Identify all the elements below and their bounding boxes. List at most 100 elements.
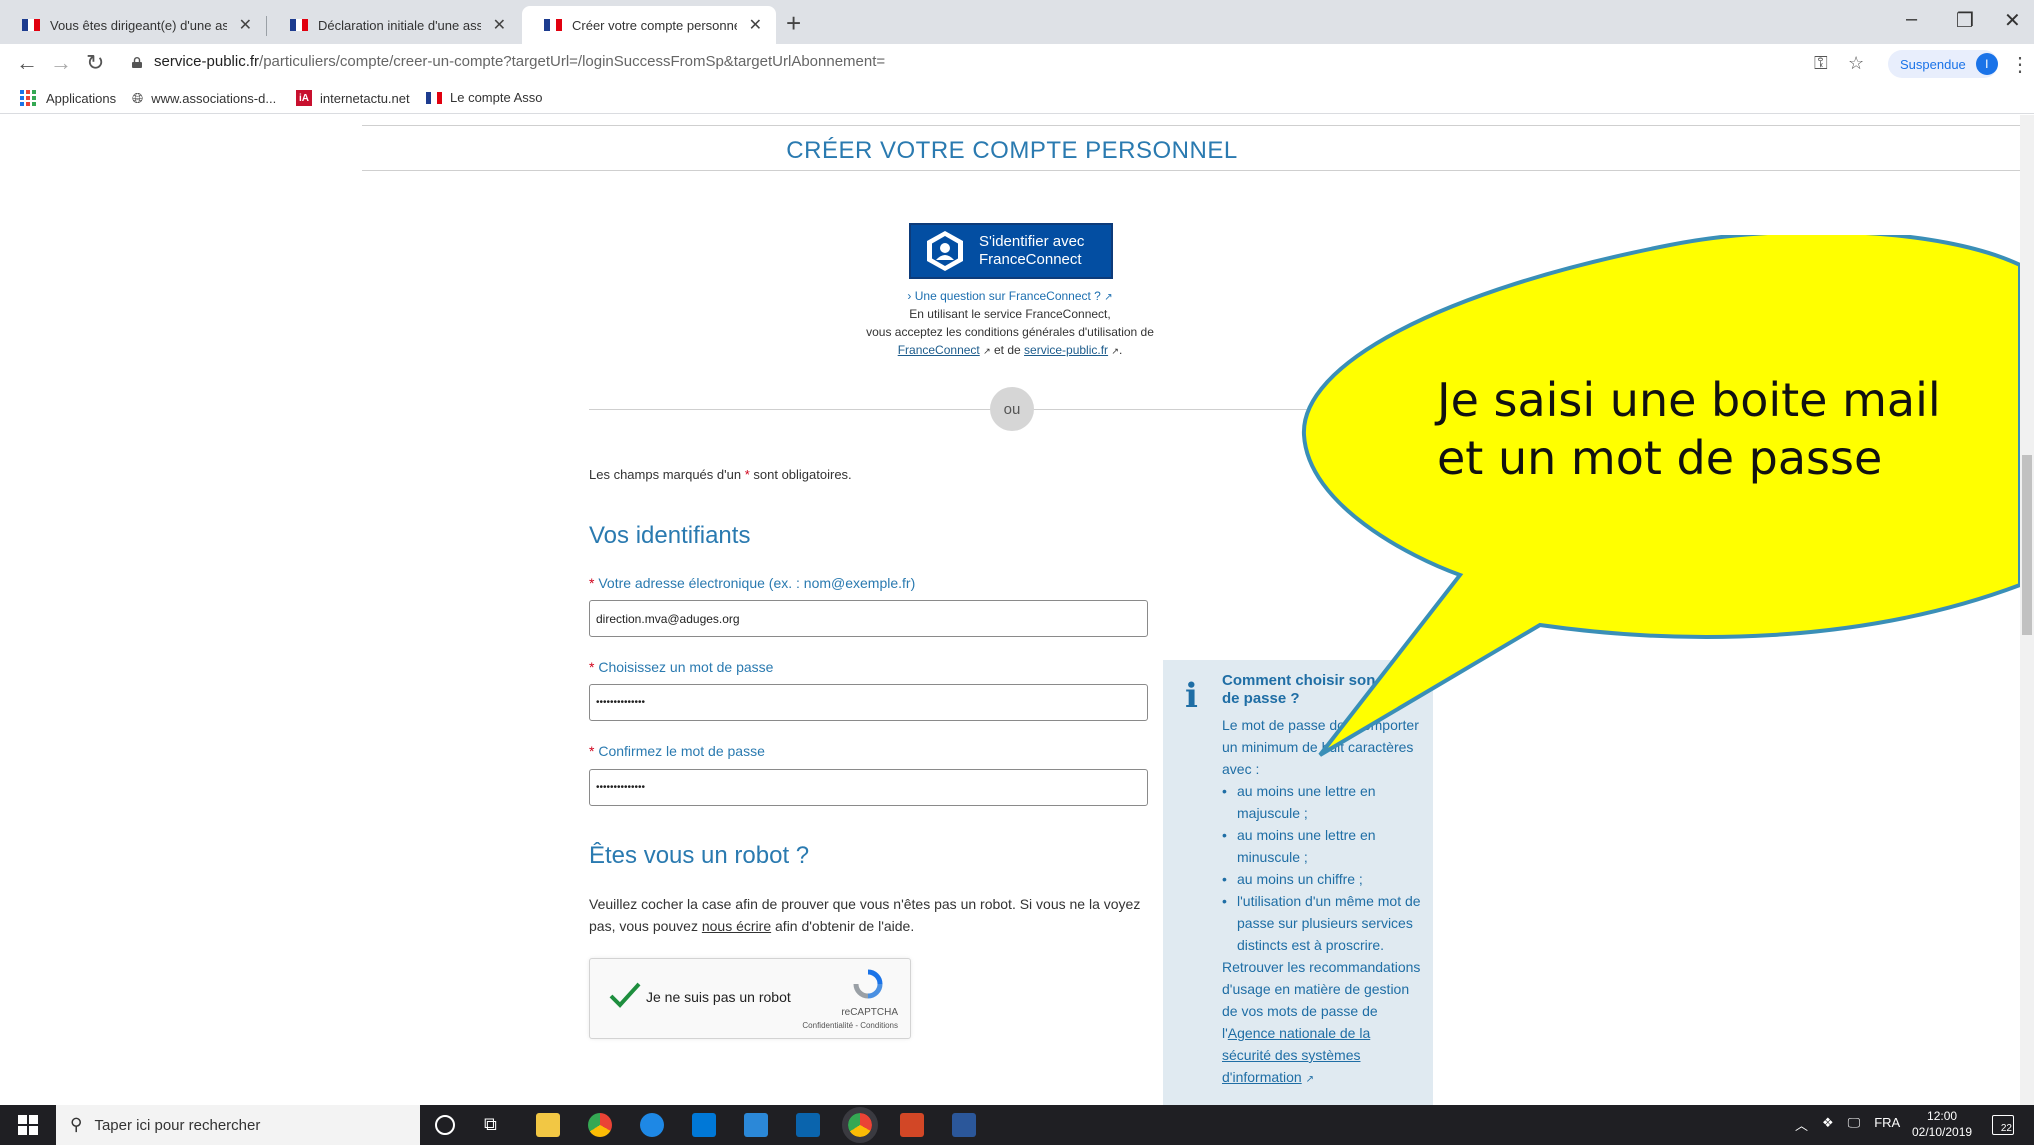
list-item: l'utilisation d'un même mot de passe sur… xyxy=(1222,890,1422,956)
password-tips-list: au moins une lettre en majuscule ; au mo… xyxy=(1222,780,1422,956)
french-flag-icon xyxy=(426,91,442,104)
outlook-icon[interactable] xyxy=(796,1113,820,1137)
chrome-icon[interactable] xyxy=(588,1113,612,1137)
email-label-text: Votre adresse électronique (ex. : nom@ex… xyxy=(598,575,916,591)
scrollbar-thumb[interactable] xyxy=(2022,455,2032,635)
address-bar[interactable]: service-public.fr/particuliers/compte/cr… xyxy=(154,53,885,70)
chevron-up-icon[interactable]: ︿ xyxy=(1795,1115,1808,1134)
email-field[interactable]: direction.mva@aduges.org xyxy=(589,600,1148,637)
checkmark-icon[interactable] xyxy=(608,981,642,1009)
page-content: CRÉER VOTRE COMPTE PERSONNEL S'identifie… xyxy=(0,115,2020,1105)
tab-divider xyxy=(266,16,267,36)
profile-button[interactable]: Suspendue I xyxy=(1888,50,1998,78)
system-clock[interactable]: 12:00 02/10/2019 xyxy=(1912,1108,1972,1140)
edge-icon[interactable] xyxy=(640,1113,664,1137)
lock-icon[interactable] xyxy=(132,57,142,68)
password-label: * Choisissez un mot de passe xyxy=(589,659,773,675)
french-flag-icon xyxy=(544,19,562,31)
franceconnect-notice-1: En utilisant le service FranceConnect, xyxy=(909,307,1111,321)
robot-text-after: afin d'obtenir de l'aide. xyxy=(775,918,915,934)
clock-date: 02/10/2019 xyxy=(1912,1125,1973,1139)
speech-callout xyxy=(1301,235,2020,757)
bookmark-compte-asso[interactable]: Le compte Asso xyxy=(426,90,543,105)
service-public-terms-link[interactable]: service-public.fr xyxy=(1024,343,1108,357)
chrome-active-icon[interactable] xyxy=(842,1107,878,1143)
profile-avatar: I xyxy=(1975,53,1998,75)
powerpoint-icon[interactable] xyxy=(900,1113,924,1137)
tab-title: Déclaration initiale d'une associa xyxy=(318,17,481,33)
required-star: * xyxy=(589,743,595,759)
bookmark-label: internetactu.net xyxy=(320,90,410,106)
bookmark-label: Applications xyxy=(46,90,117,106)
chevron-right-icon: › xyxy=(907,289,912,303)
external-link-icon: ↗ xyxy=(1104,292,1113,303)
recaptcha-widget[interactable]: Je ne suis pas un robot reCAPTCHA Confid… xyxy=(589,958,911,1039)
tab-strip: Vous êtes dirigeant(e) d'une asso ✕ Décl… xyxy=(0,0,2034,44)
franceconnect-notice-3: FranceConnect ↗ et de service-public.fr … xyxy=(760,343,1260,357)
password-label-text: Choisissez un mot de passe xyxy=(598,659,774,675)
recaptcha-terms[interactable]: Confidentialité - Conditions xyxy=(802,1021,898,1030)
tab-creer-compte[interactable]: Créer votre compte personnel | s ✕ xyxy=(522,6,776,44)
url-domain: service-public.fr xyxy=(154,53,260,70)
notification-center-icon[interactable]: 22 xyxy=(1992,1115,2014,1135)
tab-title: Vous êtes dirigeant(e) d'une asso xyxy=(50,17,227,33)
new-tab-plus-icon[interactable]: + xyxy=(786,8,801,39)
contact-us-link[interactable]: nous écrire xyxy=(702,918,771,934)
file-explorer-icon[interactable] xyxy=(536,1113,560,1137)
network-icon[interactable]: 🖵︎ xyxy=(1848,1115,1861,1134)
robot-instructions: Veuillez cocher la case afin de prouver … xyxy=(589,893,1149,937)
close-icon[interactable]: ✕ xyxy=(749,15,762,35)
forward-arrow-icon[interactable]: → xyxy=(50,50,72,76)
bookmark-applications[interactable]: Applications xyxy=(20,90,116,106)
back-arrow-icon[interactable]: ← xyxy=(16,50,38,76)
key-icon[interactable]: ⚿ xyxy=(1814,53,1828,74)
close-icon[interactable]: ✕ xyxy=(239,15,252,35)
word-icon[interactable] xyxy=(952,1113,976,1137)
reload-icon[interactable]: ↻ xyxy=(86,50,104,76)
bookmark-internetactu[interactable]: iA internetactu.net xyxy=(296,90,410,106)
franceconnect-question: › Une question sur FranceConnect ? ↗ xyxy=(760,289,1260,303)
restore-icon[interactable]: ❐ xyxy=(1956,8,1974,33)
internetactu-logo-icon: iA xyxy=(296,90,312,106)
globe-icon: 🌐︎ xyxy=(132,90,144,106)
title-bottom-rule xyxy=(362,170,2020,171)
minimize-icon[interactable]: – xyxy=(1906,8,1917,31)
bookmark-associations[interactable]: 🌐︎ www.associations-d... xyxy=(132,90,276,107)
password-tips-outro: Retrouver les recommandations d'usage en… xyxy=(1222,956,1422,1091)
callout-text: Je saisi une boite mail et un mot de pas… xyxy=(1437,371,1941,487)
cortana-icon[interactable] xyxy=(435,1115,455,1135)
and-text: et de xyxy=(993,343,1021,357)
franceconnect-button[interactable]: S'identifier avec FranceConnect xyxy=(909,223,1113,279)
confirm-password-field[interactable]: •••••••••••••• xyxy=(589,769,1148,806)
password-field[interactable]: •••••••••••••• xyxy=(589,684,1148,721)
menu-dots-icon[interactable]: ⋮ xyxy=(2010,52,2030,77)
bookmark-label: www.associations-d... xyxy=(151,91,277,106)
window-close-icon[interactable]: ✕ xyxy=(2004,8,2021,33)
french-flag-icon xyxy=(22,19,40,31)
app-icon[interactable] xyxy=(744,1113,768,1137)
franceconnect-question-link[interactable]: Une question sur FranceConnect ? xyxy=(915,289,1101,303)
email-label: * Votre adresse électronique (ex. : nom@… xyxy=(589,575,915,591)
list-item: au moins un chiffre ; xyxy=(1222,868,1422,890)
windows-taskbar: ⚲ Taper ici pour rechercher ⧉ ︿ ❖ 🖵︎ FRA… xyxy=(0,1105,2034,1145)
store-icon[interactable] xyxy=(692,1113,716,1137)
confirm-label-text: Confirmez le mot de passe xyxy=(598,743,765,759)
taskbar-search[interactable]: ⚲ Taper ici pour rechercher xyxy=(56,1105,420,1145)
tab-declaration-initiale[interactable]: Déclaration initiale d'une associa ✕ xyxy=(268,6,520,44)
language-indicator[interactable]: FRA xyxy=(1874,1115,1900,1134)
dropbox-icon[interactable]: ❖ xyxy=(1822,1115,1834,1134)
close-icon[interactable]: ✕ xyxy=(493,15,506,35)
franceconnect-terms-link[interactable]: FranceConnect xyxy=(898,343,980,357)
task-view-icon[interactable]: ⧉ xyxy=(484,1114,497,1135)
french-flag-icon xyxy=(290,19,308,31)
star-icon[interactable]: ☆ xyxy=(1848,53,1864,74)
franceconnect-line2: FranceConnect xyxy=(979,251,1082,268)
recaptcha-brand: reCAPTCHA xyxy=(841,1007,898,1018)
anssi-link[interactable]: Agence nationale de la sécurité des syst… xyxy=(1222,1025,1370,1085)
clock-time: 12:00 xyxy=(1927,1109,1958,1123)
url-path: /particuliers/compte/creer-un-compte?tar… xyxy=(259,53,886,70)
tab-associations-dirigeant[interactable]: Vous êtes dirigeant(e) d'une asso ✕ xyxy=(0,6,266,44)
search-icon: ⚲ xyxy=(70,1115,83,1134)
windows-start-icon[interactable] xyxy=(18,1115,38,1135)
page-scrollbar[interactable] xyxy=(2020,115,2034,1105)
